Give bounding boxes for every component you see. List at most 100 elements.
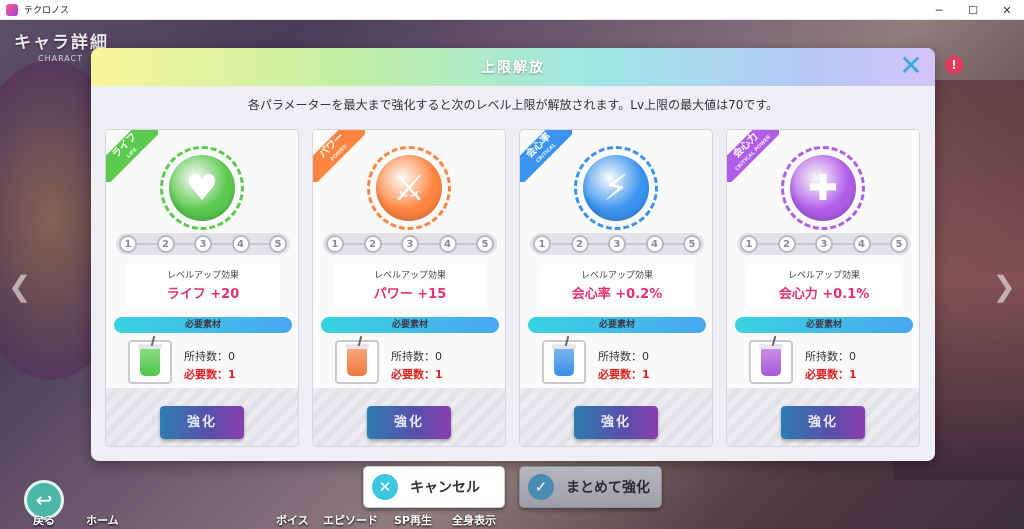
level-node: 5 <box>269 235 287 253</box>
needed-count: 必要数：1 <box>391 368 443 381</box>
batch-enhance-label: まとめて強化 <box>566 480 650 496</box>
level-track: 1 2 3 4 5 <box>323 233 497 255</box>
enhance-button[interactable]: 強化 <box>574 406 658 439</box>
category-ribbon: 会心力 CRITICAL POWER <box>727 130 779 182</box>
level-node: 1 <box>533 235 551 253</box>
notification-badge[interactable]: ! <box>945 56 963 74</box>
drink-cup-icon <box>138 344 162 376</box>
level-node: 4 <box>852 235 871 253</box>
needed-count: 必要数：1 <box>805 368 857 381</box>
modal-description: 各パラメーターを最大まで強化すると次のレベル上限が解放されます。Lv上限の最大値… <box>247 98 779 112</box>
drink-cup-icon <box>345 344 369 376</box>
material-icon[interactable] <box>749 340 793 384</box>
cancel-label: キャンセル <box>410 480 480 496</box>
next-arrow-icon[interactable]: ❯ <box>993 270 1016 303</box>
level-node: 5 <box>683 235 701 253</box>
effect-value: パワー +15 <box>373 287 447 302</box>
window-title: テクロノス <box>24 6 70 16</box>
page-subtitle: CHARACT <box>38 54 84 63</box>
parameter-card: 会心率 CRITICAL ⚡ 12345 レベルアップ効果 会心率 +0.2% … <box>519 129 713 447</box>
level-node: 1 <box>119 235 137 253</box>
cancel-icon: ✕ <box>372 474 398 500</box>
prev-arrow-icon[interactable]: ❮ <box>8 270 31 303</box>
back-label: 戻る <box>33 514 55 527</box>
modal-title: 上限解放 <box>481 60 545 76</box>
effect-box: レベルアップ効果 会心率 +0.2% <box>540 263 694 307</box>
effect-box: レベルアップ効果 ライフ +20 <box>126 263 280 307</box>
app-icon <box>6 3 18 16</box>
level-node: 4 <box>645 235 664 253</box>
level-node: 1 <box>326 235 344 253</box>
effect-label: レベルアップ効果 <box>787 271 860 281</box>
required-materials-bar: 必要素材 <box>321 317 499 333</box>
drink-cup-icon <box>759 344 783 376</box>
required-materials-bar: 必要素材 <box>114 317 292 333</box>
sword-icon: ⚔ <box>367 146 451 230</box>
material-icon[interactable] <box>128 340 172 384</box>
window-titlebar: テクロノス ─ ☐ ✕ <box>0 0 1024 20</box>
enhance-button[interactable]: 強化 <box>367 406 451 439</box>
level-track: 1 2 3 4 5 <box>737 233 911 255</box>
required-materials-bar: 必要素材 <box>735 317 913 333</box>
effect-label: レベルアップ効果 <box>580 271 653 281</box>
level-node: 4 <box>231 235 250 253</box>
batch-enhance-button[interactable]: ✓ まとめて強化 <box>519 466 662 508</box>
effect-value: 会心力 +0.1% <box>778 287 870 302</box>
material-icon[interactable] <box>542 340 586 384</box>
level-node: 2 <box>156 235 175 253</box>
level-track: 1 2 3 4 5 <box>530 233 704 255</box>
owned-count: 所持数：0 <box>184 350 235 363</box>
level-track: 1 2 3 4 5 <box>116 233 290 255</box>
heart-icon: ♥ <box>160 146 244 230</box>
effect-box: レベルアップ効果 パワー +15 <box>333 263 487 307</box>
level-node: 3 <box>815 235 833 253</box>
cancel-button[interactable]: ✕ キャンセル <box>363 466 505 508</box>
maximize-button[interactable]: ☐ <box>956 0 990 20</box>
parameter-card: パワー POWER ⚔ 12345 レベルアップ効果 パワー +15 必要素材 … <box>312 129 506 447</box>
category-ribbon: 会心率 CRITICAL <box>520 130 572 182</box>
effect-label: レベルアップ効果 <box>373 271 446 281</box>
modal-header: 上限解放 ✕ <box>91 48 935 86</box>
drink-cup-icon <box>552 344 576 376</box>
category-ribbon: ライフ LIFE <box>106 130 158 182</box>
home-label[interactable]: ホーム <box>86 512 119 528</box>
material-icon[interactable] <box>335 340 379 384</box>
full-body-tab[interactable]: 全身表示 <box>452 512 496 528</box>
level-node: 4 <box>438 235 457 253</box>
minimize-button[interactable]: ─ <box>922 0 956 20</box>
owned-count: 所持数：0 <box>805 350 856 363</box>
level-node: 3 <box>194 235 212 253</box>
owned-count: 所持数：0 <box>598 350 649 363</box>
category-ribbon: パワー POWER <box>313 130 365 182</box>
close-icon[interactable]: ✕ <box>897 52 925 80</box>
critical-power-icon: ✚ <box>781 146 865 230</box>
parameter-card: ライフ LIFE ♥ 1 2 3 4 5 レベルアップ効果 ライフ +20 必要素材 所… <box>105 129 299 447</box>
level-node: 3 <box>401 235 419 253</box>
parameter-cards: ライフ LIFE ♥ 1 2 3 4 5 レベルアップ効果 ライフ +20 必要素材 所… <box>105 129 921 449</box>
enhance-button[interactable]: 強化 <box>781 406 865 439</box>
effect-label: レベルアップ効果 <box>166 271 239 281</box>
level-node: 2 <box>363 235 382 253</box>
voice-tab[interactable]: ボイス <box>276 512 309 528</box>
parameter-card: 会心力 CRITICAL POWER ✚ 1 2 3 4 5 レベルアップ効果 会心力 … <box>726 129 920 447</box>
critical-rate-icon: ⚡ <box>574 146 658 230</box>
limit-break-modal: 上限解放 ✕ 各パラメーターを最大まで強化すると次のレベル上限が解放されます。L… <box>91 48 935 461</box>
level-node: 1 <box>740 235 758 253</box>
effect-box: レベルアップ効果 会心力 +0.1% <box>747 263 901 307</box>
close-window-button[interactable]: ✕ <box>990 0 1024 20</box>
needed-count: 必要数：1 <box>598 368 650 381</box>
needed-count: 必要数：1 <box>184 368 236 381</box>
check-icon: ✓ <box>528 474 554 500</box>
effect-value: ライフ +20 <box>166 287 240 302</box>
required-materials-bar: 必要素材 <box>528 317 706 333</box>
sp-play-tab[interactable]: SP再生 <box>394 512 432 528</box>
level-node: 3 <box>608 235 626 253</box>
effect-value: 会心率 +0.2% <box>571 287 663 302</box>
level-node: 2 <box>777 235 796 253</box>
level-node: 5 <box>476 235 494 253</box>
level-node: 2 <box>570 235 589 253</box>
enhance-button[interactable]: 強化 <box>160 406 244 439</box>
episode-tab[interactable]: エピソード <box>323 512 378 528</box>
owned-count: 所持数：0 <box>391 350 442 363</box>
level-node: 5 <box>890 235 908 253</box>
